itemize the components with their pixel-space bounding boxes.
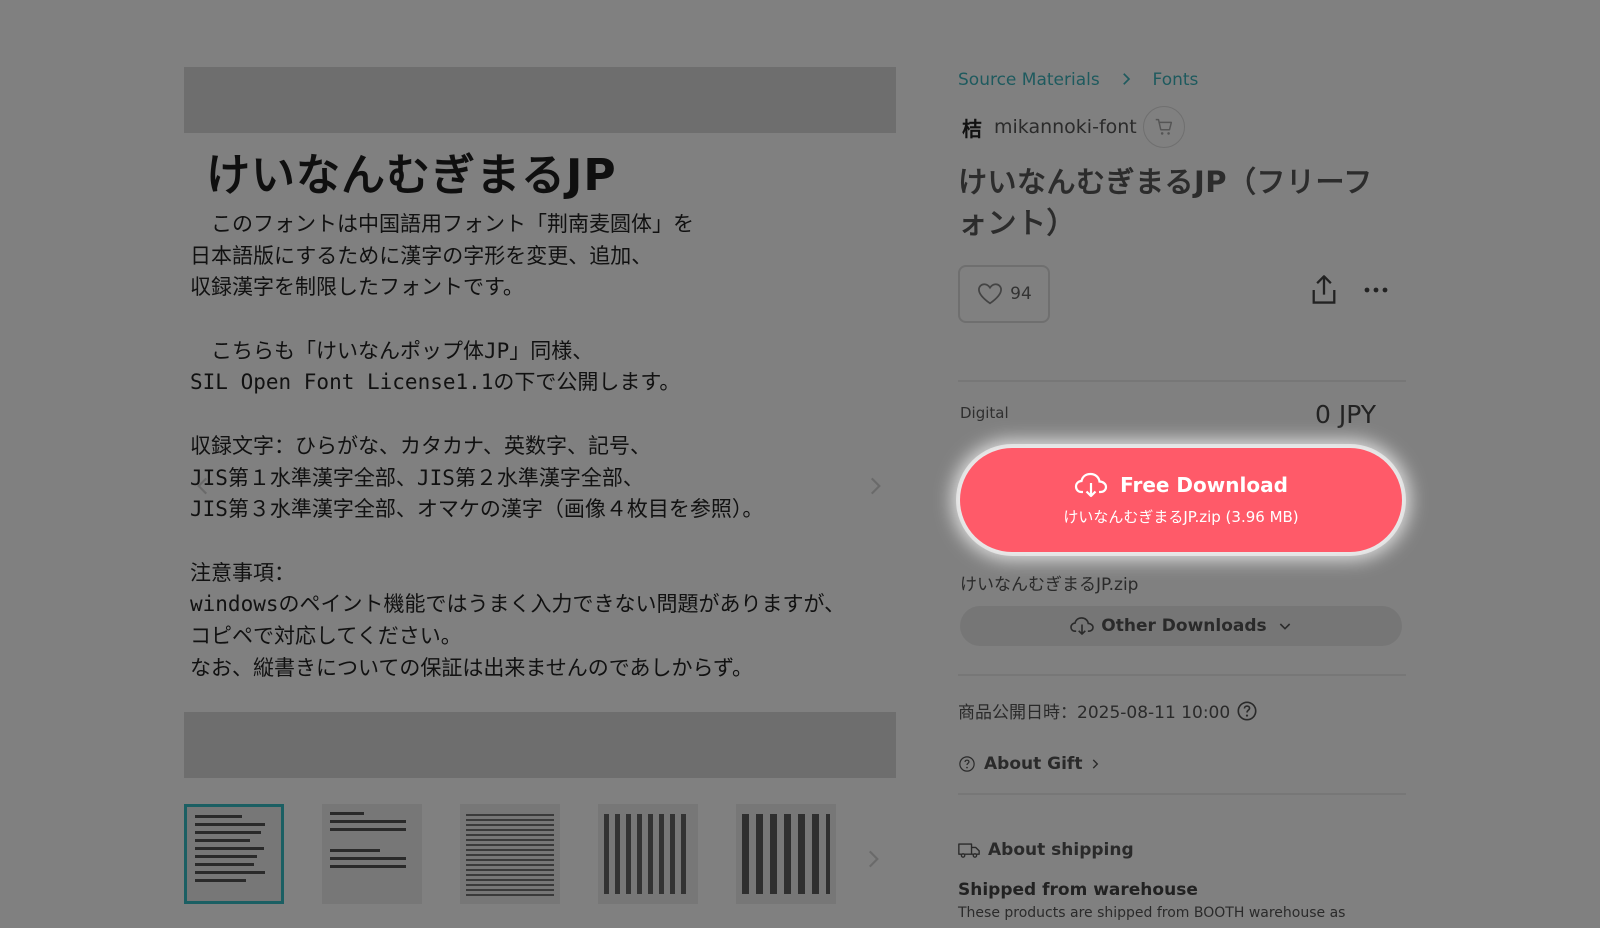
gallery-top-band bbox=[184, 67, 896, 133]
download-file-info: けいなんむぎまるJP.zip (3.96 MB) bbox=[1063, 508, 1299, 526]
other-downloads-button[interactable]: Other Downloads bbox=[960, 606, 1402, 646]
gallery-next-button[interactable] bbox=[862, 473, 888, 499]
slide-line: なお、縦書きについての保証は出来ませんのであしからず。 bbox=[190, 655, 754, 680]
shop-logo: 桔 bbox=[962, 116, 982, 141]
slide-line: このフォントは中国語用フォント「荆南麦圆体」を bbox=[190, 212, 694, 236]
chevron-down-icon bbox=[1279, 623, 1290, 630]
free-download-label: Free Download bbox=[1120, 473, 1288, 497]
slide-line bbox=[190, 526, 845, 558]
shop-link[interactable]: 桔 mikannoki-font bbox=[958, 106, 1185, 148]
file-name: けいなんむぎまるJP.zip bbox=[960, 575, 1139, 595]
slide-line: 収録文字：ひらがな、カタカナ、英数字、記号、 bbox=[190, 433, 651, 458]
chevron-right-icon bbox=[868, 850, 879, 868]
image-gallery: けいなんむぎまるJP このフォントは中国語用フォント「荆南麦圆体」を 日本語版に… bbox=[184, 67, 896, 778]
heart-icon bbox=[978, 283, 1003, 305]
slide-text: このフォントは中国語用フォント「荆南麦圆体」を 日本語版にするために漢字の字形を… bbox=[190, 209, 845, 684]
more-icon bbox=[1364, 287, 1388, 293]
shipped-from-heading: Shipped from warehouse bbox=[958, 880, 1198, 900]
about-gift-label: About Gift bbox=[984, 754, 1083, 774]
like-button[interactable]: 94 bbox=[958, 265, 1050, 323]
share-icon bbox=[1312, 275, 1336, 304]
chevron-left-icon bbox=[197, 477, 208, 495]
other-downloads-label: Other Downloads bbox=[1101, 616, 1267, 636]
share-button[interactable] bbox=[1310, 274, 1338, 306]
shop-cart-button[interactable] bbox=[1142, 106, 1185, 148]
product-title: けいなんむぎまるJP（フリーフォント） bbox=[958, 165, 1373, 240]
price: 0 JPY bbox=[1314, 400, 1376, 429]
slide-line: 収録漢字を制限したフォントです。 bbox=[190, 275, 524, 300]
cloud-download-icon bbox=[1070, 617, 1095, 635]
slide-line: 注意事項： bbox=[190, 560, 295, 585]
breadcrumb-fonts[interactable]: Fonts bbox=[1153, 70, 1199, 90]
slide-line: コピペで対応してください。 bbox=[190, 623, 462, 648]
free-download-button[interactable]: Free Download けいなんむぎまるJP.zip (3.96 MB) bbox=[960, 448, 1402, 552]
truck-icon bbox=[958, 843, 980, 858]
slide-title: けいなんむぎまるJP bbox=[206, 150, 617, 201]
gallery-prev-button[interactable] bbox=[190, 473, 216, 499]
divider bbox=[958, 793, 1406, 795]
cart-icon bbox=[1155, 118, 1172, 135]
slide-line: windowsのペイント機能ではうまく入力できない問題がありますが、 bbox=[190, 592, 846, 617]
about-shipping-section: About shipping bbox=[958, 840, 1134, 860]
slide-line: 日本語版にするために漢字の字形を変更、追加、 bbox=[190, 243, 653, 268]
slide-line: JIS第１水準漢字全部、JIS第２水準漢字全部、 bbox=[190, 465, 644, 490]
divider bbox=[958, 674, 1406, 676]
about-shipping-label: About shipping bbox=[988, 840, 1134, 860]
release-date: 商品公開日時：2025-08-11 10:00 bbox=[958, 698, 1258, 723]
gallery-main-image[interactable]: けいなんむぎまるJP このフォントは中国語用フォント「荆南麦圆体」を 日本語版に… bbox=[184, 133, 896, 712]
cloud-download-icon bbox=[1074, 472, 1108, 498]
thumbnails-next-button[interactable] bbox=[860, 846, 886, 872]
breadcrumb: Source Materials Fonts bbox=[958, 70, 1198, 90]
gallery-bottom-band bbox=[184, 712, 896, 778]
chevron-right-icon bbox=[870, 477, 881, 495]
chevron-right-icon bbox=[1093, 759, 1099, 769]
breadcrumb-source-materials[interactable]: Source Materials bbox=[958, 70, 1100, 90]
divider bbox=[958, 380, 1406, 382]
thumbnail-1[interactable] bbox=[184, 804, 284, 904]
thumbnail-4[interactable] bbox=[598, 804, 698, 904]
slide-line: SIL Open Font License1.1の下で公開します。 bbox=[190, 370, 681, 395]
about-gift-link[interactable]: About Gift bbox=[958, 754, 1102, 774]
slide-line: こちらも「けいなんポップ体JP」同様、 bbox=[190, 338, 594, 363]
slide-line bbox=[190, 304, 845, 336]
variant-label: Digital bbox=[960, 404, 1009, 422]
shop-name[interactable]: mikannoki-font bbox=[994, 116, 1137, 138]
shipping-description: These products are shipped from BOOTH wa… bbox=[958, 905, 1346, 921]
more-options-button[interactable] bbox=[1362, 278, 1390, 302]
slide-line: JIS第３水準漢字全部、オマケの漢字（画像４枚目を参照）。 bbox=[190, 497, 764, 522]
thumbnail-2[interactable] bbox=[322, 804, 422, 904]
chevron-right-icon bbox=[1117, 70, 1135, 88]
slide-line bbox=[190, 399, 845, 431]
thumbnail-5[interactable] bbox=[736, 804, 836, 904]
question-circle-icon bbox=[959, 756, 975, 772]
like-count: 94 bbox=[1010, 284, 1032, 304]
help-icon[interactable] bbox=[1236, 700, 1258, 722]
thumbnail-3[interactable] bbox=[460, 804, 560, 904]
release-date-text: 商品公開日時：2025-08-11 10:00 bbox=[958, 703, 1231, 723]
